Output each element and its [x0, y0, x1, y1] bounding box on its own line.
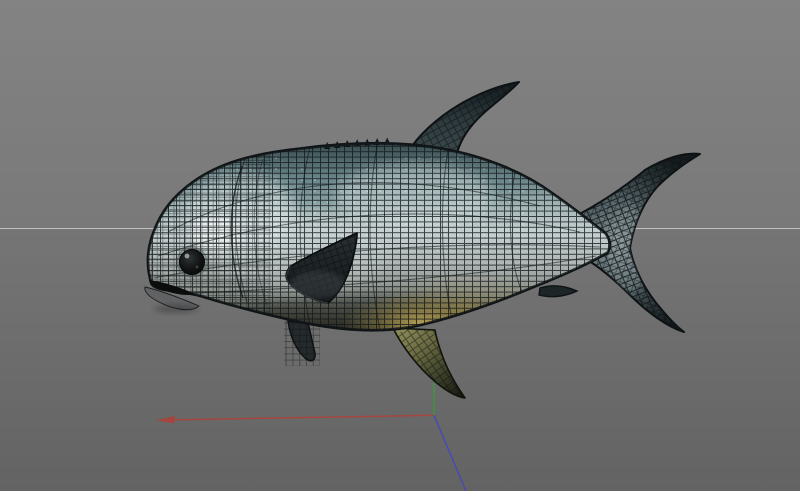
eye — [176, 246, 208, 278]
viewport-3d[interactable] — [0, 0, 800, 491]
